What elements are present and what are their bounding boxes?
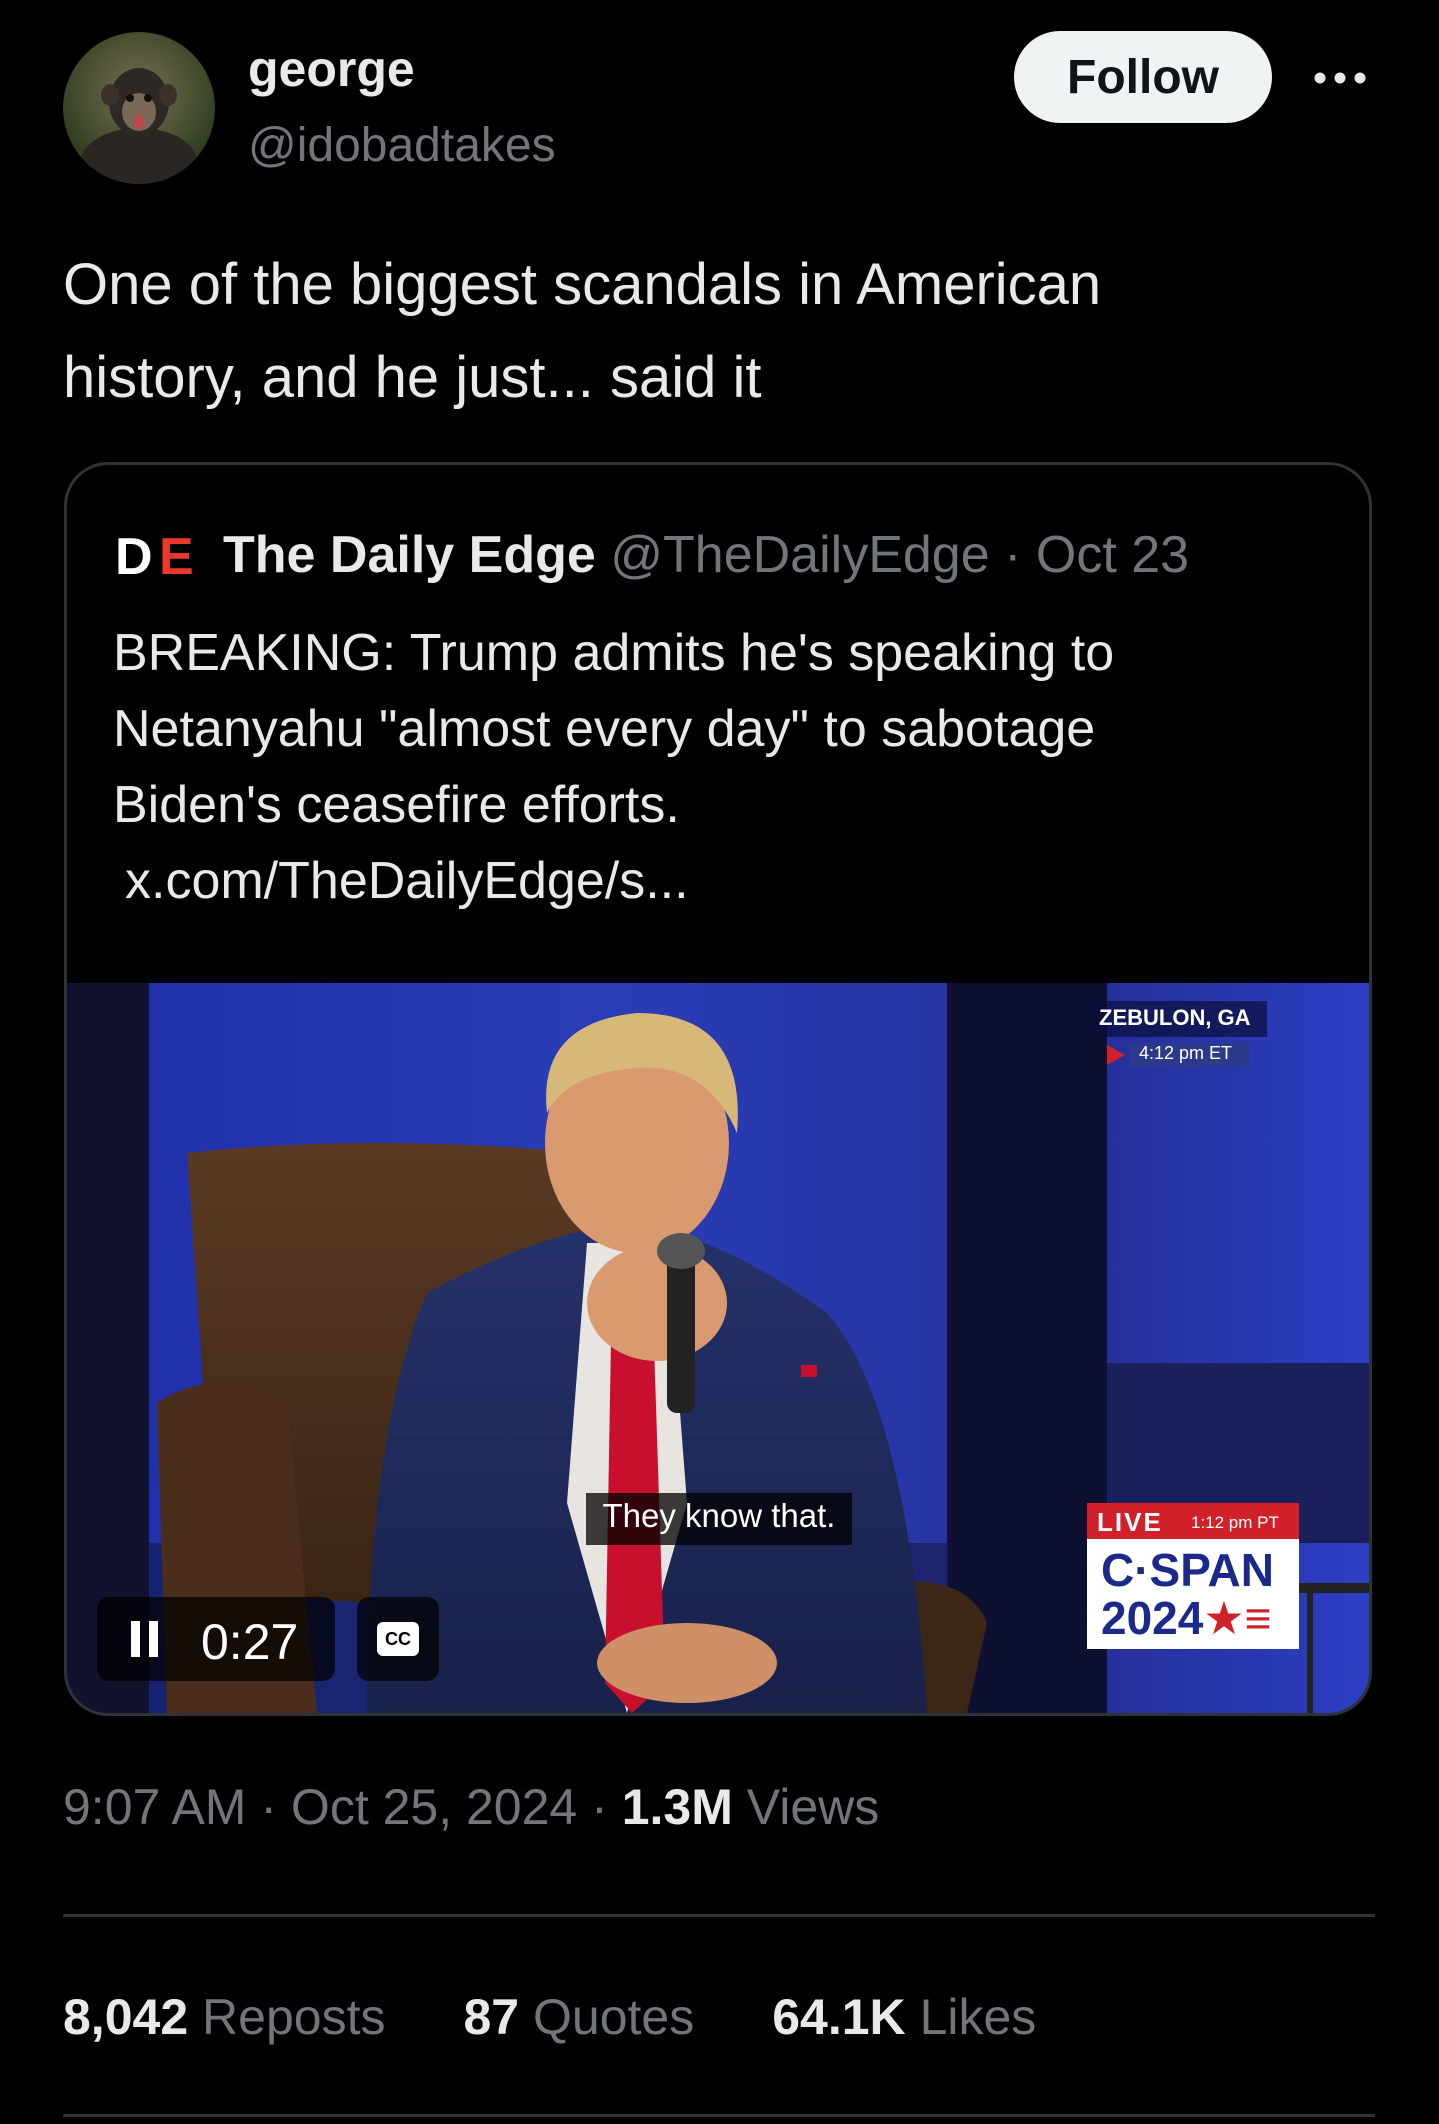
quoted-text-line: BREAKING: Trump admits he's speaking to	[113, 624, 1115, 682]
cspan-year-text: 2024	[1101, 1592, 1204, 1644]
divider	[63, 1914, 1375, 1917]
pause-icon	[131, 1621, 158, 1657]
tweet-text: One of the biggest scandals in American …	[63, 238, 1393, 424]
tweet-text-line: One of the biggest scandals in American	[63, 252, 1102, 317]
video-player[interactable]: ZEBULON, GA 4:12 pm ET They know that. L…	[67, 983, 1369, 1713]
quotes-stat[interactable]: 87 Quotes	[463, 1988, 694, 2046]
video-elapsed-time: 0:27	[201, 1614, 299, 1670]
ellipsis-icon	[1314, 72, 1366, 84]
quoted-separator: ·	[1004, 526, 1022, 584]
quoted-author-handle[interactable]: @TheDailyEdge	[610, 526, 989, 584]
daily-edge-logo: D E	[113, 527, 203, 586]
meta-separator: ·	[260, 1779, 278, 1835]
monkey-avatar-icon	[81, 68, 197, 184]
views-label: Views	[746, 1779, 880, 1835]
star-icon: ★	[1203, 1592, 1245, 1644]
tweet-meta: 9:07 AM · Oct 25, 2024 · 1.3M Views	[63, 1778, 879, 1836]
quoted-tweet-header: The Daily Edge @TheDailyEdge · Oct 23	[223, 525, 1189, 585]
video-location-time: 4:12 pm ET	[1139, 1043, 1233, 1063]
video-location-tag: ZEBULON, GA	[1099, 1005, 1251, 1030]
stripes-icon: ≡	[1244, 1592, 1272, 1644]
tweet-date[interactable]: Oct 25, 2024	[291, 1779, 577, 1835]
cc-label: CC	[385, 1628, 411, 1649]
author-handle[interactable]: @idobadtakes	[248, 118, 556, 173]
more-options-button[interactable]	[1304, 48, 1376, 108]
closed-captions-button[interactable]: CC	[375, 1617, 421, 1661]
quoted-text-line: Netanyahu "almost every day" to sabotage	[113, 700, 1096, 758]
quoted-date[interactable]: Oct 23	[1036, 526, 1189, 584]
quoted-text-line: Biden's ceasefire efforts.	[113, 776, 680, 834]
reposts-count: 8,042	[63, 1989, 189, 2045]
likes-stat[interactable]: 64.1K Likes	[772, 1988, 1036, 2046]
engagement-stats: 8,042 Reposts 87 Quotes 64.1K Likes	[63, 1988, 1036, 2046]
quotes-label: Quotes	[533, 1989, 695, 2045]
cspan-network-name: C·SPAN	[1101, 1544, 1274, 1596]
cspan-live-label: LIVE	[1097, 1507, 1163, 1537]
tweet-text-line: history, and he just... said it	[63, 345, 762, 410]
author-display-name[interactable]: george	[248, 40, 415, 98]
quotes-count: 87	[463, 1989, 520, 2045]
meta-separator: ·	[591, 1779, 608, 1835]
likes-count: 64.1K	[772, 1989, 906, 2045]
daily-edge-logo-d: D	[115, 528, 153, 581]
reposts-label: Reposts	[202, 1989, 386, 2045]
cc-icon: CC	[377, 1622, 419, 1656]
views-count: 1.3M	[621, 1779, 733, 1835]
video-caption: They know that.	[602, 1497, 836, 1534]
cspan-live-time: 1:12 pm PT	[1191, 1513, 1279, 1532]
daily-edge-logo-e: E	[159, 528, 194, 581]
cspan-network-year: 2024★≡	[1101, 1591, 1271, 1645]
reposts-stat[interactable]: 8,042 Reposts	[63, 1988, 385, 2046]
author-avatar[interactable]	[63, 32, 215, 184]
quoted-author-name[interactable]: The Daily Edge	[223, 526, 596, 584]
tweet-time[interactable]: 9:07 AM	[63, 1779, 246, 1835]
follow-button[interactable]: Follow	[1014, 31, 1272, 123]
quoted-tweet-text: BREAKING: Trump admits he's speaking to …	[113, 615, 1313, 843]
likes-label: Likes	[919, 1989, 1037, 2045]
divider	[63, 2114, 1375, 2117]
quoted-tweet-link[interactable]: x.com/TheDailyEdge/s...	[125, 843, 689, 919]
quoted-tweet-card[interactable]: D E The Daily Edge @TheDailyEdge · Oct 2…	[64, 462, 1372, 1716]
pause-button[interactable]	[129, 1615, 169, 1663]
